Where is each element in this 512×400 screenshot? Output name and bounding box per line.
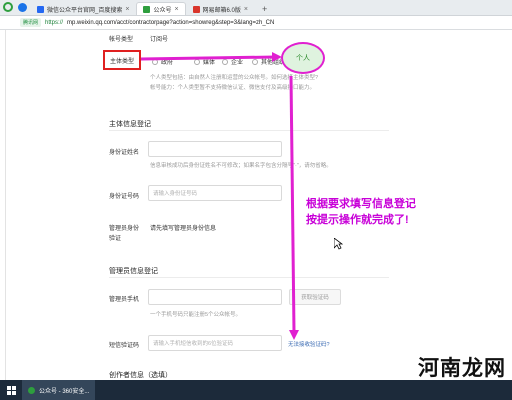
taskbar-browser-app[interactable]: 公众号 - 360安全... [22, 380, 96, 400]
arrow-to-personal [140, 55, 277, 61]
netease-mail-icon [192, 5, 200, 13]
tab-official-account[interactable]: 公众号 × [136, 2, 186, 15]
windows-start-button[interactable] [0, 380, 22, 400]
browser-360-icon [28, 386, 35, 394]
instruction-annotation: 根据要求填写信息登记 按提示操作就完成了! [306, 196, 416, 228]
new-tab-button[interactable]: + [255, 2, 274, 15]
tab-title: 网易邮箱6.0版 [202, 7, 241, 14]
wechat-icon [143, 5, 151, 13]
secure-site-badge: 腾讯网 [20, 18, 42, 27]
close-icon[interactable]: × [125, 6, 129, 13]
browser-tab-bar: 微信公众平台官网_百度搜索 × 公众号 × 网易邮箱6.0版 × + [0, 0, 512, 16]
baidu-icon [37, 5, 44, 13]
arrow-down-to-code [289, 75, 296, 333]
annotation-line-1: 根据要求填写信息登记 [306, 198, 416, 210]
mouse-cursor-icon [334, 238, 343, 250]
close-icon[interactable]: × [174, 6, 178, 13]
url-protocol: https:// [45, 19, 64, 26]
registration-form: 帐号类型 订阅号 主体类型 政府 媒体 企业 其他组织 个人 个人类型包括：由自… [0, 30, 512, 380]
arrowhead-icon [272, 52, 282, 62]
tab-baidu-search[interactable]: 微信公众平台官网_百度搜索 × [30, 2, 136, 15]
close-icon[interactable]: × [244, 6, 248, 13]
browser-logo-icon[interactable] [0, 0, 16, 15]
tab-title: 公众号 [153, 7, 172, 14]
arrowhead-icon [289, 330, 299, 340]
address-bar[interactable]: 腾讯网 https:// mp.weixin.qq.com/acct/contr… [0, 16, 512, 30]
annotation-arrows [140, 52, 299, 340]
browser-nav-icon[interactable] [18, 3, 27, 12]
tab-title: 微信公众平台官网_百度搜索 [47, 7, 123, 14]
tab-netease-mail[interactable]: 网易邮箱6.0版 × [186, 2, 255, 15]
annotation-line-2: 按提示操作就完成了! [306, 214, 409, 226]
url-text[interactable]: mp.weixin.qq.com/acct/contractorpage?act… [67, 20, 274, 26]
taskbar-app-label: 公众号 - 360安全... [39, 388, 90, 395]
windows-taskbar: 公众号 - 360安全... [0, 380, 512, 400]
windows-logo-icon [6, 385, 16, 395]
site-watermark: 河南龙网 [418, 355, 506, 380]
